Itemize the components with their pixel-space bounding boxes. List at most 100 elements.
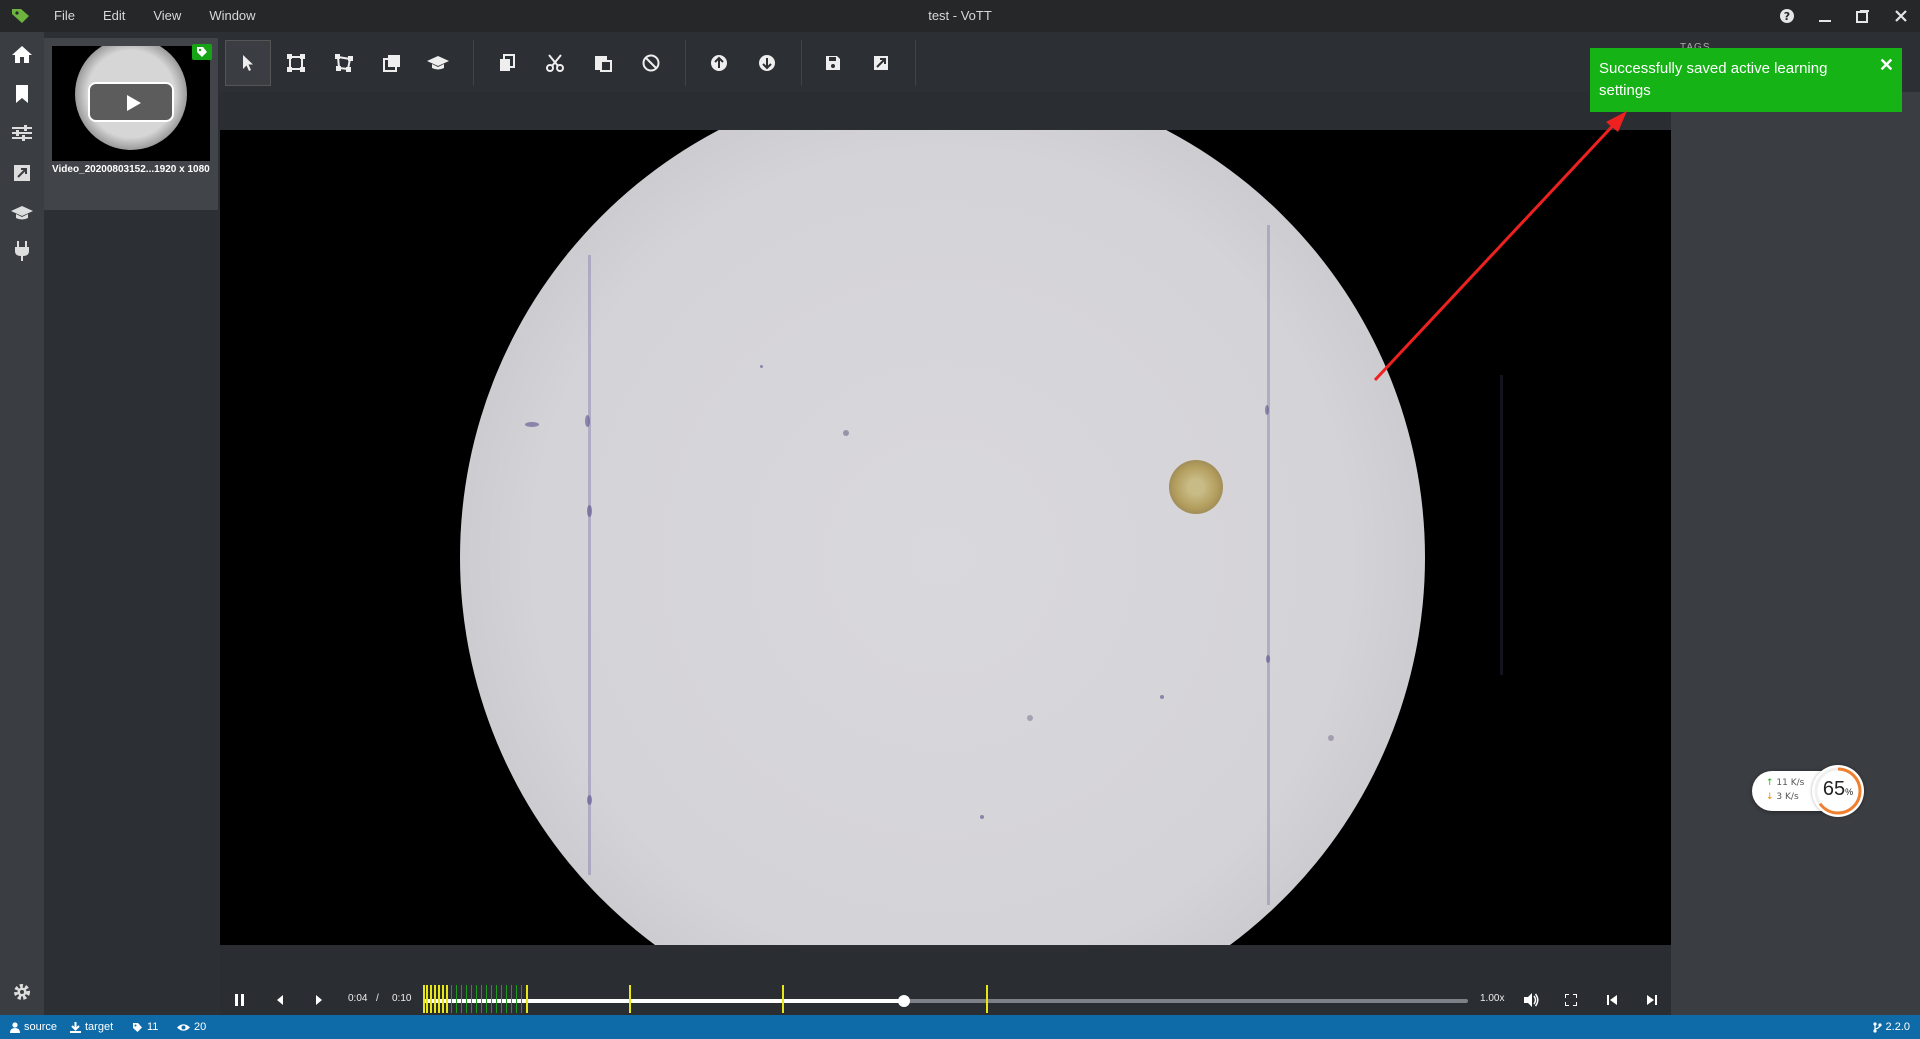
close-icon[interactable]: ✕: [1879, 54, 1894, 76]
menu-file[interactable]: File: [54, 0, 89, 32]
visited-frame-marker: [451, 985, 452, 1013]
tagged-frame-marker[interactable]: [438, 985, 440, 1013]
cpu-gauge[interactable]: 65%: [1812, 765, 1864, 817]
branch-icon: [1872, 1021, 1882, 1033]
plug-icon[interactable]: [8, 237, 36, 265]
copy-rectangle-icon[interactable]: [372, 44, 412, 82]
visited-frame-marker: [476, 985, 477, 1013]
vott-logo-icon: [10, 6, 32, 26]
success-toast: Successfully saved active learning setti…: [1590, 48, 1902, 112]
asset-panel: Video_20200803152...1920 x 1080: [44, 32, 219, 1015]
download-speed: ↓ 3 K/s: [1766, 792, 1799, 802]
seek-bar[interactable]: [423, 985, 1468, 1013]
visited-frame-marker: [501, 985, 502, 1013]
title-bar: File Edit View Window test - VoTT ?: [0, 0, 1920, 32]
visited-frame-marker: [456, 985, 457, 1013]
svg-text:?: ?: [1784, 10, 1790, 23]
remove-all-regions-icon[interactable]: [631, 44, 671, 82]
previous-tagged-frame-icon[interactable]: [1600, 985, 1624, 1015]
visited-frame-marker: [521, 985, 522, 1013]
video-controls: 0:04 / 0:10 1.00x: [220, 985, 1671, 1015]
next-asset-icon[interactable]: [747, 44, 787, 82]
tagged-frame-marker[interactable]: [442, 985, 444, 1013]
sample-particle: [1169, 460, 1223, 514]
step-back-icon[interactable]: [268, 985, 292, 1015]
save-project-icon[interactable]: [813, 44, 853, 82]
tagged-frame-marker[interactable]: [629, 985, 631, 1013]
visited-count: 20: [177, 1015, 206, 1039]
draw-rectangle-icon[interactable]: [276, 44, 316, 82]
tagged-frame-marker[interactable]: [986, 985, 988, 1013]
tagged-frame-marker[interactable]: [430, 985, 432, 1013]
visited-frame-marker: [516, 985, 517, 1013]
menu-bar: File Edit View Window: [54, 0, 284, 32]
visited-frame-marker: [481, 985, 482, 1013]
gear-icon[interactable]: [8, 978, 36, 1006]
graduation-cap-icon[interactable]: [8, 199, 36, 227]
menu-edit[interactable]: Edit: [103, 0, 139, 32]
active-learning-icon[interactable]: [418, 44, 458, 82]
next-tagged-frame-icon[interactable]: [1640, 985, 1664, 1015]
asset-thumbnail[interactable]: Video_20200803152...1920 x 1080: [44, 38, 218, 210]
select-pointer-icon[interactable]: [225, 40, 271, 86]
export-project-icon[interactable]: [861, 44, 901, 82]
duration: 0:10: [392, 993, 412, 1004]
visited-frame-marker: [496, 985, 497, 1013]
user-icon: [10, 1021, 20, 1033]
window-title: test - VoTT: [928, 8, 992, 23]
time-separator: /: [376, 993, 379, 1004]
volume-icon[interactable]: [1519, 985, 1543, 1015]
sliders-icon[interactable]: [8, 119, 36, 147]
version-info: 2.2.0: [1872, 1015, 1910, 1039]
help-icon[interactable]: ?: [1768, 0, 1806, 32]
draw-polygon-icon[interactable]: [324, 44, 364, 82]
tagged-frame-marker[interactable]: [446, 985, 448, 1013]
menu-window[interactable]: Window: [209, 0, 269, 32]
visited-frame-marker: [461, 985, 462, 1013]
tags-count: 11: [132, 1015, 158, 1039]
minimize-icon[interactable]: [1806, 0, 1844, 32]
bookmark-icon[interactable]: [8, 80, 36, 108]
window-controls: ?: [1768, 0, 1920, 32]
asset-label: Video_20200803152...1920 x 1080: [52, 164, 210, 175]
tagged-frame-marker[interactable]: [423, 985, 425, 1013]
cut-regions-icon[interactable]: [535, 44, 575, 82]
step-forward-icon[interactable]: [307, 985, 331, 1015]
gauge-percent: 65: [1822, 778, 1846, 800]
target-connection[interactable]: target: [70, 1015, 113, 1039]
network-speed-widget: ↑ 11 K/s ↓ 3 K/s 65%: [1752, 765, 1864, 817]
menu-view[interactable]: View: [153, 0, 195, 32]
status-bar: source target 11 20 2.2.0: [0, 1015, 1920, 1039]
asset-preview-image: [52, 46, 210, 161]
eye-icon: [177, 1023, 190, 1031]
source-connection[interactable]: source: [10, 1015, 57, 1039]
maximize-icon[interactable]: [1844, 0, 1882, 32]
tag-icon: [133, 1022, 142, 1032]
playback-rate[interactable]: 1.00x: [1480, 993, 1504, 1004]
visited-frame-marker: [486, 985, 487, 1013]
pause-icon[interactable]: [228, 985, 252, 1015]
visited-frame-marker: [471, 985, 472, 1013]
tagged-frame-marker[interactable]: [526, 985, 528, 1013]
visited-frame-marker: [466, 985, 467, 1013]
visited-frame-marker: [506, 985, 507, 1013]
fullscreen-icon[interactable]: [1559, 985, 1583, 1015]
visited-frame-marker: [491, 985, 492, 1013]
upload-speed: ↑ 11 K/s: [1766, 778, 1805, 788]
video-frame: [460, 130, 1503, 945]
copy-regions-icon[interactable]: [487, 44, 527, 82]
visited-frame-marker: [511, 985, 512, 1013]
tagged-frame-marker[interactable]: [782, 985, 784, 1013]
left-navigation: [0, 32, 44, 1015]
export-icon[interactable]: [8, 159, 36, 187]
home-icon[interactable]: [8, 40, 36, 68]
seek-handle[interactable]: [897, 995, 910, 1007]
toast-message: Successfully saved active learning setti…: [1599, 60, 1828, 99]
previous-asset-icon[interactable]: [699, 44, 739, 82]
tag-icon: [192, 44, 212, 60]
close-icon[interactable]: [1882, 0, 1920, 32]
tagged-frame-marker[interactable]: [434, 985, 436, 1013]
annotation-arrow: [1373, 111, 1627, 382]
tagged-frame-marker[interactable]: [426, 985, 428, 1013]
paste-regions-icon[interactable]: [583, 44, 623, 82]
